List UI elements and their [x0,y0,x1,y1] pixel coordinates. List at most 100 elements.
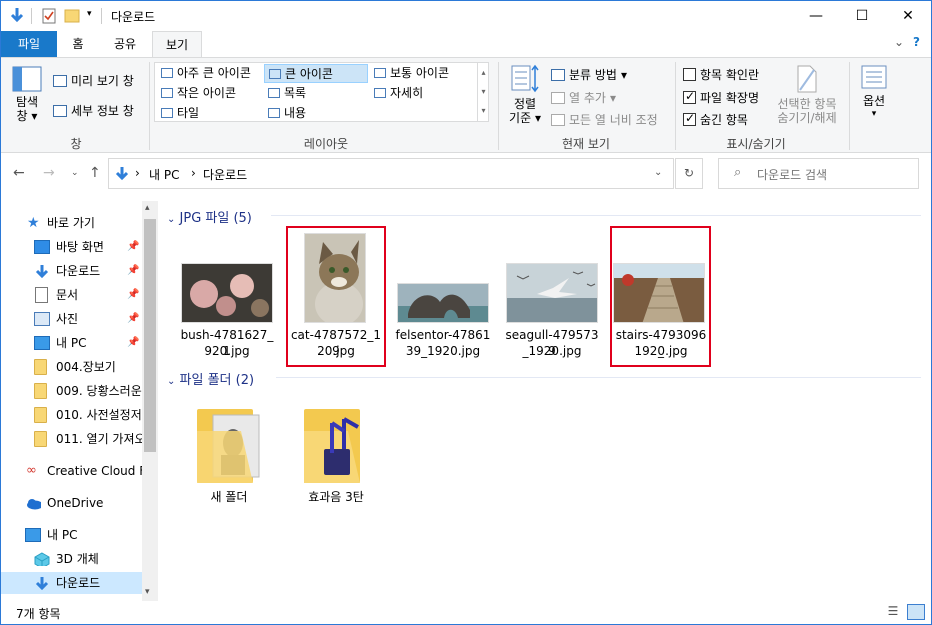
address-bar[interactable]: › 내 PC › 다운로드 ⌄ [108,158,674,189]
pin-icon[interactable]: 📌 [127,332,139,354]
layout-medium-icons[interactable]: 보통 아이콘 [370,64,476,83]
back-arrow-icon[interactable]: ← [13,165,25,181]
tab-home[interactable]: 홈 [61,31,95,57]
group-label-pane: 창 [70,137,82,151]
group-label-show-hide: 표시/숨기기 [726,137,786,151]
nav-item-label: 3D 개체 [56,552,99,566]
address-dropdown-icon[interactable]: ⌄ [654,167,662,178]
download-arrow-icon[interactable] [9,7,25,25]
title-bar: ▾ 다운로드 — ☐ ✕ [1,1,931,31]
scroll-down-icon[interactable]: ▾ [145,587,150,597]
tab-file[interactable]: 파일 [1,31,57,57]
hide-selected-button[interactable]: 선택한 항목 숨기기/해제 [772,64,842,132]
nav-item-label: 004.장보기 [56,360,116,374]
nav-item-documents[interactable]: 문서 📌 [1,284,142,306]
group-header-jpg[interactable]: ⌄ JPG 파일 (5) [167,207,252,226]
refresh-button[interactable]: ↻ [675,158,703,189]
pictures-icon [34,312,50,326]
layout-label: 보통 아이콘 [390,66,450,80]
breadcrumb-downloads[interactable]: 다운로드 [203,166,247,183]
hidden-items-toggle[interactable]: 숨긴 항목 [683,111,748,128]
large-icons-icon [269,69,281,79]
file-item-felsentor[interactable]: felsentor-47861 39_1920.jpg [395,231,491,371]
group-by-button[interactable]: 분류 방법 ▾ [551,66,627,83]
group-header-folders[interactable]: ⌄ 파일 폴더 (2) [167,369,254,388]
nav-item-folder-004[interactable]: 004.장보기 [1,356,142,378]
hidden-items-label: 숨긴 항목 [700,113,748,127]
item-checkboxes-toggle[interactable]: 항목 확인란 [683,66,759,83]
help-icon[interactable]: ? [913,35,920,49]
minimize-button[interactable]: — [793,1,839,31]
status-bar: 7개 항목 ☰ [1,601,931,624]
breadcrumb-my-pc[interactable]: 내 PC [149,166,179,183]
scroll-up-icon[interactable]: ▴ [145,203,150,213]
file-item-bush[interactable]: bush-4781627_1 920.jpg [179,231,275,371]
folder-icon [34,359,47,375]
nav-item-my-pc-pinned[interactable]: 내 PC 📌 [1,332,142,354]
nav-item-pictures[interactable]: 사진 📌 [1,308,142,330]
nav-item-my-pc[interactable]: 내 PC [1,524,142,546]
layout-gallery-scroll[interactable]: ▴ ▾ ▾ [477,63,489,121]
fit-columns-button[interactable]: 모든 열 너비 조정 [551,111,658,128]
up-arrow-icon[interactable]: ↑ [89,165,101,181]
ribbon-collapse-icon[interactable]: ⌄ [894,35,904,49]
folder-item-new-folder[interactable]: 새 폴더 [181,399,277,511]
options-button[interactable]: 옵션 ▾ [854,64,894,132]
folder-item-sound-effects[interactable]: 효과음 3탄 [288,399,384,511]
nav-pane-button[interactable]: 탐색 창 ▾ [7,64,47,132]
layout-large-icons[interactable]: 큰 아이콘 [264,64,368,83]
layout-extra-large-icons[interactable]: 아주 큰 아이콘 [157,64,263,83]
layout-content[interactable]: 내용 [264,104,368,123]
details-view-icon[interactable]: ☰ [884,604,902,620]
maximize-button[interactable]: ☐ [839,1,885,31]
recent-locations-icon[interactable]: ⌄ [71,168,79,178]
file-list-area[interactable]: ⌄ JPG 파일 (5) bush-4781627_1 920.jpg cat-… [161,201,931,601]
large-icons-view-icon[interactable] [907,604,925,620]
preview-pane-button[interactable]: 미리 보기 창 [53,72,134,89]
sort-label-2: 기준 ▾ [509,111,541,125]
group-separator [675,62,676,150]
forward-arrow-icon[interactable]: → [43,165,55,181]
nav-pane-label-2: 창 ▾ [16,109,38,123]
close-button[interactable]: ✕ [885,1,931,31]
tab-share[interactable]: 공유 [105,31,145,57]
pin-icon[interactable]: 📌 [127,260,139,282]
details-pane-button[interactable]: 세부 정보 창 [53,102,134,119]
add-columns-button[interactable]: 열 추가 ▾ [551,89,616,106]
hide-selected-icon [797,65,817,93]
nav-item-onedrive[interactable]: OneDrive [1,492,142,514]
layout-label: 작은 아이콘 [177,86,237,100]
nav-pane-scrollbar-thumb[interactable] [144,219,156,452]
properties-icon[interactable] [41,7,57,25]
pin-icon[interactable]: 📌 [127,236,139,258]
quick-access-dropdown-icon[interactable]: ▾ [87,9,92,19]
new-folder-icon[interactable] [64,7,80,25]
layout-details[interactable]: 자세히 [370,84,476,103]
pin-icon[interactable]: 📌 [127,308,139,330]
nav-item-desktop[interactable]: 바탕 화면 📌 [1,236,142,258]
tab-view[interactable]: 보기 [152,31,202,57]
download-location-icon [115,167,129,181]
sort-by-button[interactable]: 정렬 기준 ▾ [505,64,545,132]
tiles-icon [161,108,173,118]
nav-item-folder-011[interactable]: 011. 열기 가져오 [1,428,142,450]
nav-item-downloads[interactable]: 다운로드 📌 [1,260,142,282]
nav-item-3d-objects[interactable]: 3D 개체 [1,548,142,570]
nav-item-folder-010[interactable]: 010. 사전설정저 [1,404,142,426]
nav-item-quick-access[interactable]: ★ 바로 가기 [1,212,142,234]
nav-item-folder-009[interactable]: 009. 당황스러운 [1,380,142,402]
nav-item-label: 011. 열기 가져오 [56,432,142,446]
layout-list[interactable]: 목록 [264,84,368,103]
pin-icon[interactable]: 📌 [127,284,139,306]
highlight-box-cat [286,226,386,367]
search-box[interactable]: ⌕ 다운로드 검색 [718,158,919,189]
options-icon [861,65,887,89]
file-extensions-label: 파일 확장명 [700,91,760,105]
nav-item-downloads-pc[interactable]: 다운로드 [1,572,142,594]
file-extensions-toggle[interactable]: 파일 확장명 [683,89,759,106]
layout-tiles[interactable]: 타일 [157,104,263,123]
nav-item-creative-cloud[interactable]: ∞ Creative Cloud Fil [1,460,142,482]
file-item-seagull[interactable]: seagull-4795739 _1920.jpg [504,231,600,371]
group-separator [498,62,499,150]
layout-small-icons[interactable]: 작은 아이콘 [157,84,263,103]
